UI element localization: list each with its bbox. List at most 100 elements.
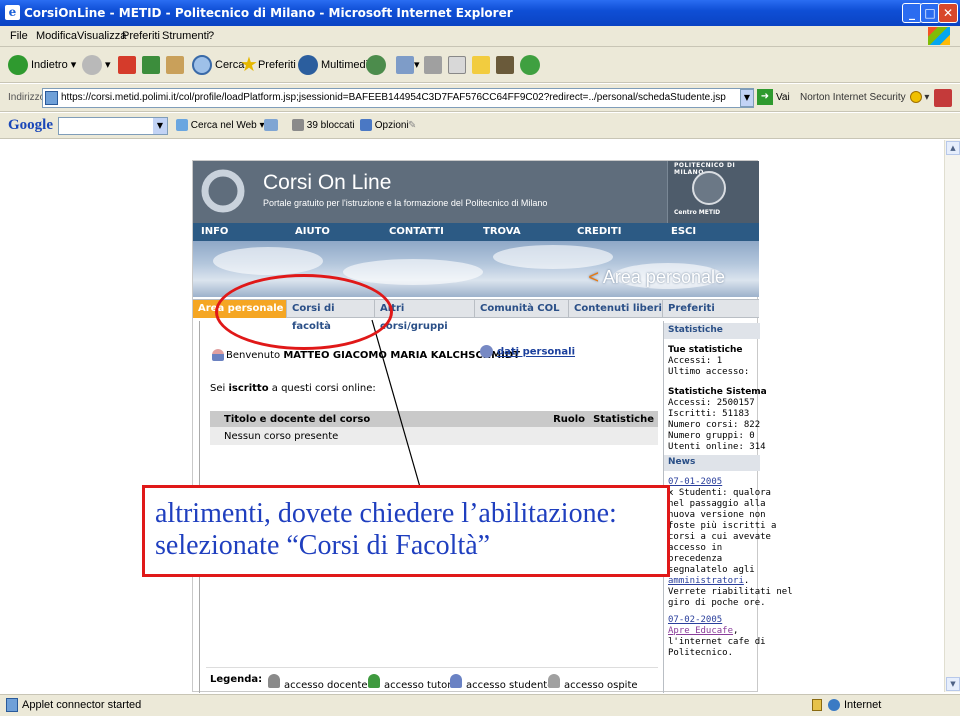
menu-visualizza[interactable]: Visualizza	[77, 30, 126, 42]
user-icon	[212, 349, 224, 361]
google-search-web-button[interactable]: Cerca nel Web ▾	[176, 118, 265, 134]
back-button[interactable]: Indietro ▾	[8, 53, 76, 77]
tab-contenuti-liberi[interactable]: Contenuti liberi	[569, 300, 663, 318]
mail-button[interactable]: ▾	[396, 53, 420, 77]
home-button[interactable]	[166, 53, 184, 77]
google-logo[interactable]: Google	[8, 117, 53, 134]
side-column: Statistiche Tue statistiche Accessi: 1 U…	[663, 321, 793, 693]
site-title: Corsi On Line	[263, 171, 392, 194]
windows-logo-icon	[928, 27, 950, 45]
mail-icon	[396, 56, 414, 75]
messenger-button[interactable]	[520, 53, 543, 77]
menu-file[interactable]: File	[10, 30, 28, 42]
annotation-line-1: altrimenti, dovete chiedere l’abilitazio…	[155, 498, 617, 529]
nav-esci[interactable]: ESCI	[671, 226, 696, 237]
home-icon	[166, 56, 184, 75]
folder-icon	[472, 56, 490, 75]
legend-docente: accesso docente	[268, 674, 368, 691]
dati-personali-link[interactable]: dati personali	[480, 345, 575, 358]
stop-button[interactable]	[118, 53, 136, 77]
annotation-line-2: selezionate “Corsi di Facoltà”	[155, 530, 491, 561]
scroll-down-icon[interactable]: ▼	[946, 677, 960, 691]
search-icon	[192, 55, 212, 76]
table-header-row: Titolo e docente del corso Ruolo Statist…	[210, 411, 658, 427]
area-personale-banner-text: < Area personale	[588, 267, 725, 287]
top-nav: INFO AIUTO CONTATTI TROVA CREDITI ESCI	[193, 223, 759, 241]
news-item-1: 07-01-2005 x Studenti: qualora nel passa…	[668, 477, 793, 608]
menu-strumenti[interactable]: Strumenti	[162, 30, 209, 42]
news-item-2: 07-02-2005 Apre Educafe, l'internet cafe…	[668, 615, 766, 658]
address-input[interactable]: https://corsi.metid.polimi.it/col/profil…	[42, 88, 754, 108]
col-logo-icon	[201, 169, 245, 213]
norton-shield-icon[interactable]	[934, 89, 952, 107]
google-dropdown-icon[interactable]: ▼	[153, 118, 167, 134]
history-button[interactable]	[366, 53, 389, 77]
tab-comunita-col[interactable]: Comunità COL	[475, 300, 569, 318]
site-header: Corsi On Line Portale gratuito per l'ist…	[193, 161, 667, 223]
pencil-icon[interactable]: ✎	[408, 118, 416, 134]
close-button[interactable]: ✕	[938, 3, 958, 23]
refresh-icon	[142, 56, 160, 75]
welcome-line: Benvenuto MATTEO GIACOMO MARIA KALCHSCHM…	[212, 349, 520, 361]
research-button[interactable]	[496, 53, 514, 77]
research-icon	[496, 56, 514, 75]
google-options-button[interactable]: Opzioni	[360, 118, 409, 134]
legend-tutor: accesso tutor	[368, 674, 451, 691]
print-button[interactable]	[424, 53, 442, 77]
address-dropdown-icon[interactable]: ▼	[740, 89, 754, 107]
status-bar: Applet connector started Internet	[0, 694, 960, 716]
media-button[interactable]: Multimedia	[298, 53, 374, 77]
favorites-button[interactable]: ★Preferiti	[240, 53, 296, 77]
scroll-up-icon[interactable]: ▲	[946, 141, 960, 155]
edit-button[interactable]	[448, 53, 466, 77]
address-label: Indirizzo	[8, 92, 46, 103]
blocker-icon	[292, 119, 304, 132]
refresh-button[interactable]	[142, 53, 160, 77]
news-1-date-link[interactable]: 07-01-2005	[668, 477, 722, 487]
popup-blocker-button[interactable]: 39 bloccati	[292, 118, 355, 134]
lock-icon	[812, 699, 822, 711]
nav-info[interactable]: INFO	[201, 226, 228, 237]
vertical-scrollbar[interactable]: ▲ ▼	[944, 140, 960, 692]
user-card-icon	[480, 345, 493, 358]
educafe-link[interactable]: Apre Educafe	[668, 626, 733, 636]
tab-preferiti[interactable]: Preferiti	[663, 300, 759, 318]
status-text: Applet connector started	[22, 699, 142, 711]
back-arrow-icon	[8, 55, 28, 76]
go-arrow-icon: ➜	[757, 89, 773, 106]
amministratori-link[interactable]: amministratori	[668, 576, 744, 586]
enrolled-courses-caption: Sei iscritto a questi corsi online:	[210, 383, 376, 394]
norton-icon	[909, 91, 922, 104]
menu-preferiti[interactable]: Preferiti	[122, 30, 160, 42]
nav-crediti[interactable]: CREDITI	[577, 226, 621, 237]
minimize-button[interactable]: _	[902, 3, 922, 23]
binoculars-icon	[176, 119, 188, 132]
site-subtitle: Portale gratuito per l'istruzione e la f…	[263, 198, 548, 208]
col-statistiche: Statistiche	[589, 411, 658, 427]
nav-trova[interactable]: TROVA	[483, 226, 521, 237]
menu-help[interactable]: ?	[208, 30, 214, 42]
stop-icon	[118, 56, 136, 75]
maximize-button[interactable]: □	[920, 3, 940, 23]
messenger-icon	[520, 55, 540, 76]
corsi-online-page: Corsi On Line Portale gratuito per l'ist…	[192, 160, 793, 693]
discuss-button[interactable]	[472, 53, 490, 77]
google-search-input[interactable]: ▼	[58, 117, 168, 135]
legend: Legenda: accesso docente accesso tutor a…	[206, 667, 658, 691]
title-bar: e CorsiOnLine - METID - Politecnico di M…	[0, 0, 960, 26]
nav-aiuto[interactable]: AIUTO	[295, 226, 330, 237]
nav-contatti[interactable]: CONTATTI	[389, 226, 444, 237]
go-button[interactable]: ➜ Vai	[757, 88, 790, 108]
history-icon	[366, 55, 386, 76]
norton-button[interactable]: Norton Internet Security ▾	[800, 88, 929, 108]
menu-modifica[interactable]: Modifica	[36, 30, 77, 42]
politecnico-brand: POLITECNICO DI MILANO Centro METID	[667, 161, 759, 223]
news-header: News	[664, 455, 760, 471]
google-toolbar: Google ▼ Cerca nel Web ▾ 39 bloccati Opz…	[0, 113, 960, 139]
search-button[interactable]: Cerca	[192, 53, 244, 77]
system-stats: Statistiche Sistema Accessi: 2500157 Isc…	[668, 387, 767, 452]
tutor-icon	[368, 674, 380, 688]
pagerank-icon[interactable]	[264, 118, 278, 134]
forward-button[interactable]: ▾	[82, 53, 111, 77]
news-2-date-link[interactable]: 07-02-2005	[668, 615, 722, 625]
